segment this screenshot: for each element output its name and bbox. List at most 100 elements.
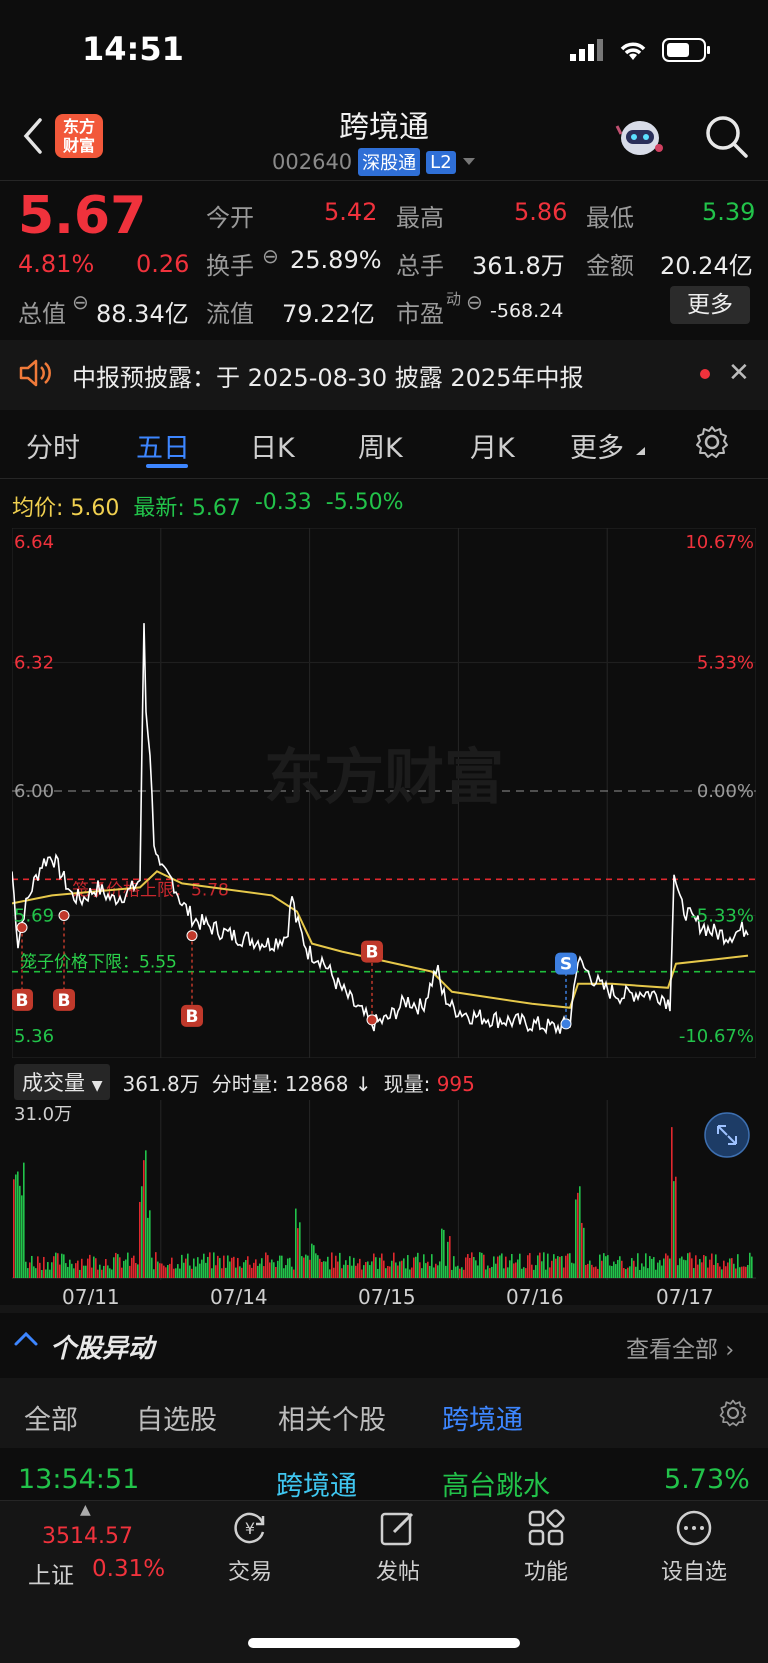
- volume-bar: [705, 1256, 707, 1278]
- settings-gear-icon[interactable]: [718, 1398, 748, 1428]
- volume-bar: [633, 1260, 635, 1278]
- volume-bar: [103, 1265, 105, 1278]
- volume-bar: [171, 1257, 173, 1278]
- high-label: 最高: [396, 204, 444, 232]
- volume-bar: [495, 1263, 497, 1278]
- volume-bar: [513, 1263, 515, 1278]
- index-value[interactable]: 3514.57: [42, 1524, 133, 1549]
- y-tick-right: 0.00%: [697, 781, 754, 802]
- nav-add-watchlist[interactable]: 设自选: [634, 1508, 754, 1586]
- volume-bar: [65, 1263, 67, 1278]
- amount-label: 金额: [586, 252, 634, 280]
- volume-bar: [139, 1201, 141, 1278]
- avg-value: 5.60: [70, 496, 120, 521]
- view-all-link[interactable]: 查看全部 ›: [626, 1330, 734, 1364]
- volume-bar: [547, 1253, 549, 1278]
- volume-bar: [735, 1268, 737, 1278]
- volume-bar: [563, 1267, 565, 1278]
- volume-bar: [391, 1260, 393, 1278]
- volume-bar: [53, 1256, 55, 1278]
- volume-bar: [19, 1185, 21, 1278]
- volume-bar: [599, 1254, 601, 1278]
- volume-bar: [293, 1269, 295, 1278]
- info-icon[interactable]: ⊖: [466, 290, 483, 314]
- volume-bar: [355, 1265, 357, 1278]
- info-icon[interactable]: ⊖: [262, 244, 279, 268]
- search-icon[interactable]: [702, 112, 750, 160]
- filter-all[interactable]: 全部: [24, 1398, 78, 1437]
- home-indicator: [248, 1638, 520, 1648]
- volume-bar: [315, 1253, 317, 1278]
- volume-bar: [521, 1268, 523, 1278]
- nav-trade[interactable]: ¥ 交易: [190, 1508, 310, 1586]
- volume-bar: [519, 1253, 521, 1278]
- index-name[interactable]: 上证: [28, 1556, 74, 1590]
- level-badge: L2: [426, 150, 456, 174]
- notice-text[interactable]: 中报预披露：于 2025-08-30 披露 2025年中报: [72, 358, 583, 393]
- volume-bar: [471, 1252, 473, 1278]
- volume-bar: [447, 1241, 449, 1278]
- filter-watchlist[interactable]: 自选股: [136, 1398, 217, 1437]
- tab-five-day[interactable]: 五日: [136, 426, 190, 465]
- volume-bar: [343, 1264, 345, 1278]
- volume-bar: [165, 1267, 167, 1278]
- volume-bar: [305, 1254, 307, 1278]
- tab-weekly-k[interactable]: 周K: [358, 426, 403, 465]
- volume-bar: [175, 1268, 177, 1278]
- volume-bar: [155, 1252, 157, 1278]
- volume-bar: [133, 1255, 135, 1278]
- open-value: 5.42: [324, 198, 378, 226]
- indicator-select[interactable]: 成交量 ▼: [14, 1064, 111, 1100]
- volume-bar: [435, 1263, 437, 1278]
- five-day-price-chart[interactable]: 东方财富 笼子价格上限：5.78 笼子价格下限：5.55 B B B B S 6.64 10…: [12, 528, 756, 1058]
- volume-bar: [67, 1266, 69, 1278]
- volume-bar: [681, 1256, 683, 1278]
- nav-functions[interactable]: 功能: [486, 1508, 606, 1586]
- volume-bar: [287, 1258, 289, 1278]
- nav-post[interactable]: 发帖: [338, 1508, 458, 1586]
- volume-bar: [255, 1259, 257, 1278]
- gear-icon[interactable]: [694, 424, 730, 460]
- latest-value: 5.67: [191, 496, 241, 521]
- volume-bar: [451, 1269, 453, 1278]
- volume-bar: [605, 1256, 607, 1278]
- volume-chart[interactable]: 31.0万: [12, 1100, 756, 1280]
- tab-daily-k[interactable]: 日K: [250, 426, 295, 465]
- volume-bar: [55, 1252, 57, 1278]
- tab-more[interactable]: 更多: [570, 426, 624, 465]
- volume-bar: [141, 1186, 143, 1278]
- index-pct[interactable]: 0.31%: [92, 1556, 165, 1582]
- current-price: 5.67: [18, 186, 147, 246]
- volume-bar: [225, 1267, 227, 1278]
- volume-bar: [687, 1253, 689, 1278]
- volume-bar: [663, 1258, 665, 1278]
- robot-assistant-icon[interactable]: [615, 112, 665, 162]
- volume-bar: [347, 1264, 349, 1278]
- close-icon[interactable]: ✕: [728, 358, 750, 388]
- volume-bar: [107, 1265, 109, 1278]
- volume-bar: [511, 1253, 513, 1278]
- volume-bar: [555, 1258, 557, 1278]
- volume-bar: [47, 1262, 49, 1278]
- tab-intraday[interactable]: 分时: [26, 426, 80, 465]
- volume-bar: [185, 1258, 187, 1278]
- tab-monthly-k[interactable]: 月K: [470, 426, 515, 465]
- volume-bar: [119, 1257, 121, 1278]
- volume-bar: [215, 1265, 217, 1278]
- y-tick-right: 10.67%: [685, 532, 754, 553]
- volume-bar: [169, 1263, 171, 1278]
- info-icon[interactable]: ⊖: [72, 290, 89, 314]
- filter-related[interactable]: 相关个股: [278, 1398, 386, 1437]
- chevron-up-icon[interactable]: [12, 1326, 40, 1354]
- section-gap: [0, 1305, 768, 1313]
- volume-bar: [501, 1253, 503, 1278]
- movement-stock[interactable]: 跨境通: [276, 1464, 357, 1503]
- volume-bar: [111, 1269, 113, 1278]
- volume-bar: [183, 1262, 185, 1278]
- filter-stock[interactable]: 跨境通: [442, 1398, 523, 1437]
- stock-code-row[interactable]: 002640 深股通 L2: [272, 148, 476, 176]
- volume-bar: [411, 1267, 413, 1278]
- volume-bar: [419, 1262, 421, 1278]
- volume-bar: [381, 1253, 383, 1278]
- more-button[interactable]: 更多: [670, 286, 750, 324]
